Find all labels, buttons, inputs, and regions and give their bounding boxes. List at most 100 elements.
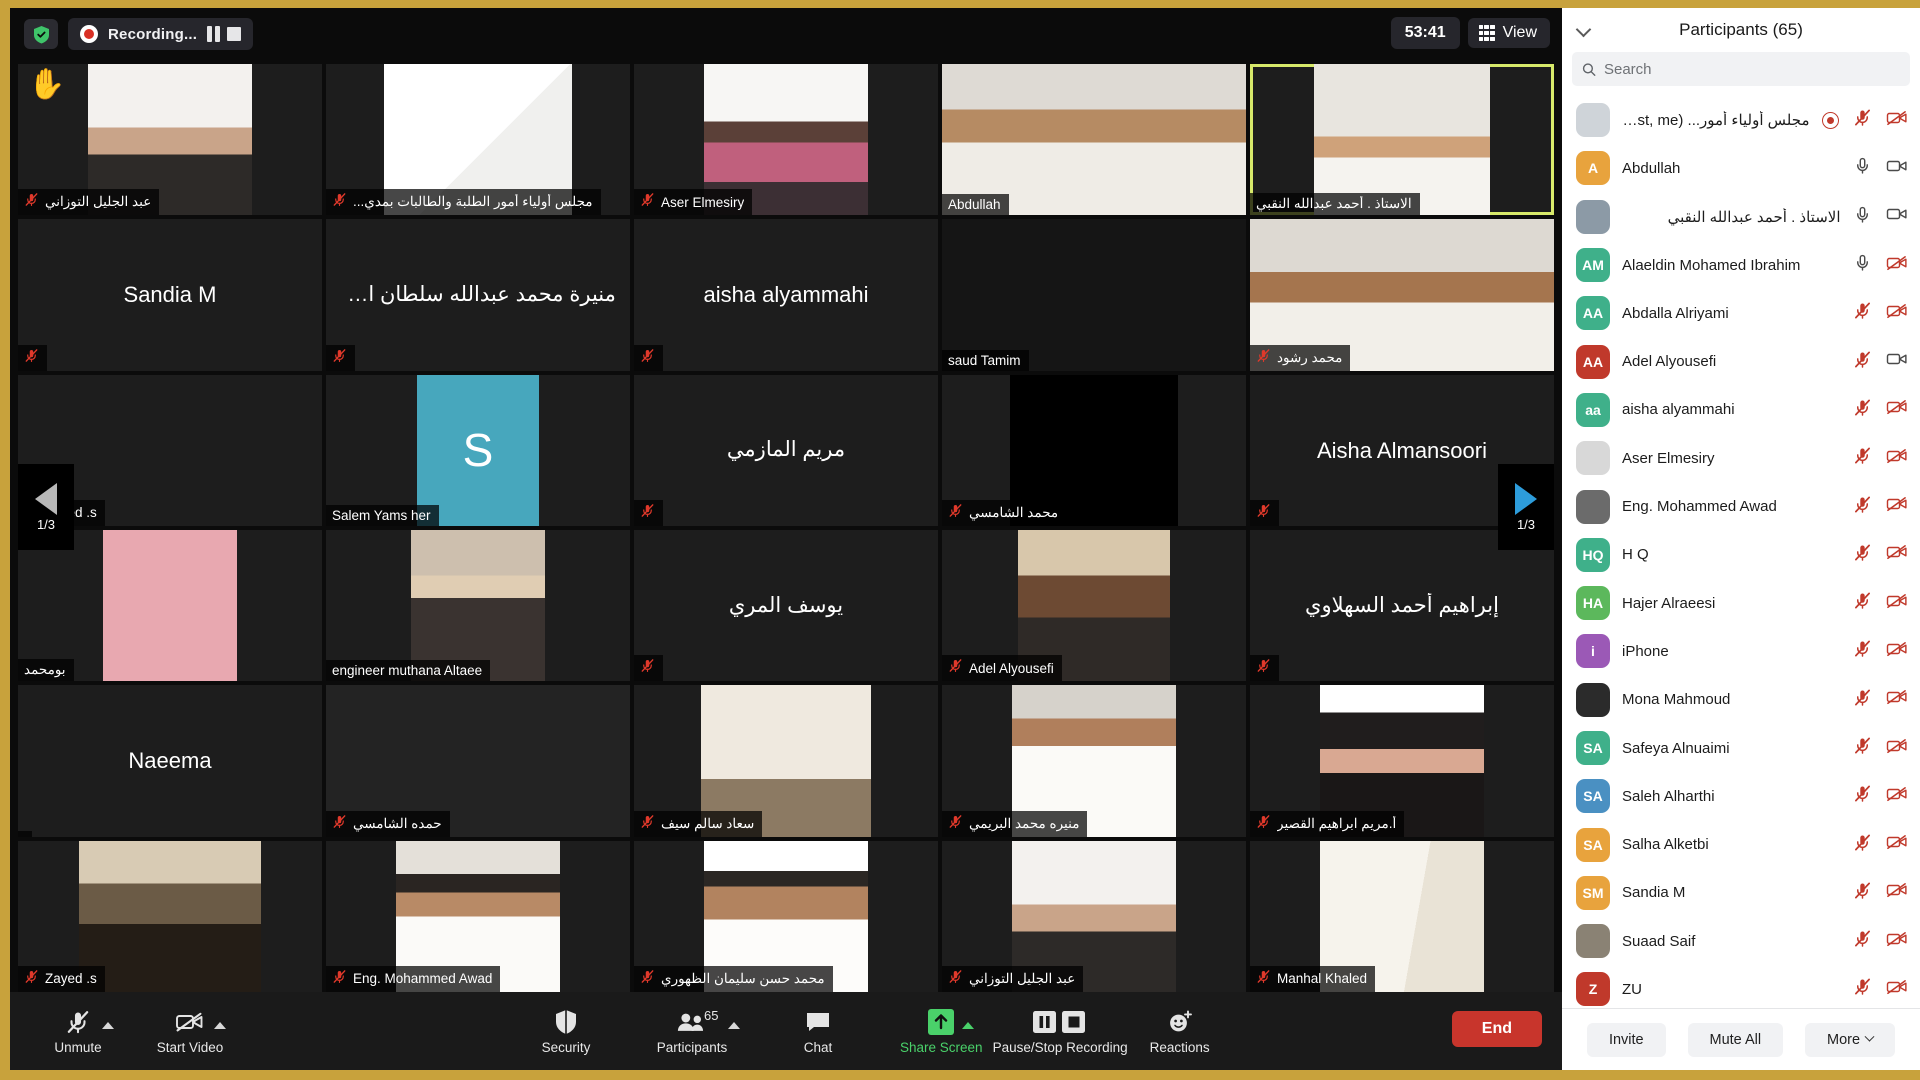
video-off-icon[interactable] (1886, 592, 1909, 615)
video-tile[interactable]: Sandia M (18, 219, 322, 370)
video-tile[interactable]: أ.مريم ابراهيم القصير (1250, 685, 1554, 836)
video-tile[interactable]: محمد حسن سليمان الظهوري (634, 841, 938, 992)
participant-row[interactable]: الاستاذ . أحمد عبدالله النقبي (1562, 193, 1920, 241)
participant-row[interactable]: HAHajer Alraeesi (1562, 579, 1920, 627)
pause-icon[interactable] (207, 26, 223, 42)
video-tile[interactable]: Eng. Mohammed Awad (326, 841, 630, 992)
video-off-icon[interactable] (1886, 978, 1909, 1001)
participant-row[interactable]: ZZU (1562, 965, 1920, 1008)
participant-row[interactable]: Suaad Saif (1562, 917, 1920, 965)
video-icon[interactable] (1886, 205, 1909, 228)
share-screen-button[interactable]: Share Screen (900, 996, 983, 1066)
mic-muted-icon[interactable] (1853, 688, 1872, 712)
video-off-icon[interactable] (1886, 254, 1909, 277)
participant-row[interactable]: مجلس أولياء أمور... (Host, me) (1562, 96, 1920, 144)
mic-muted-icon[interactable] (1853, 495, 1872, 519)
video-tile[interactable]: منيره محمد البريمي (942, 685, 1246, 836)
video-tile[interactable]: ✋عبد الجليل التوزاني (18, 64, 322, 215)
mic-muted-icon[interactable] (1853, 784, 1872, 808)
invite-button[interactable]: Invite (1587, 1023, 1666, 1057)
chevron-up-icon[interactable] (214, 1022, 226, 1029)
participant-row[interactable]: Eng. Mohammed Awad (1562, 482, 1920, 530)
video-off-icon[interactable] (1886, 881, 1909, 904)
video-tile[interactable]: Adel Alyousefi (942, 530, 1246, 681)
video-tile[interactable]: محمد الشامسي (942, 375, 1246, 526)
video-tile[interactable]: saud Tamim (942, 219, 1246, 370)
participant-row[interactable]: SMSandia M (1562, 869, 1920, 917)
video-tile[interactable]: Manhal Khaled (1250, 841, 1554, 992)
participant-row[interactable]: AAAbdalla Alriyami (1562, 289, 1920, 337)
chat-button[interactable]: Chat (780, 996, 856, 1066)
video-tile[interactable]: Zayed .s (18, 841, 322, 992)
video-off-icon[interactable] (1886, 640, 1909, 663)
start-video-button[interactable]: Start Video (152, 996, 228, 1066)
end-meeting-button[interactable]: End (1452, 1011, 1542, 1047)
participant-row[interactable]: Aser Elmesiry (1562, 434, 1920, 482)
video-off-icon[interactable] (1886, 930, 1909, 953)
video-off-icon[interactable] (1886, 447, 1909, 470)
mic-muted-icon[interactable] (1853, 446, 1872, 470)
mic-muted-icon[interactable] (1853, 301, 1872, 325)
video-off-icon[interactable] (1886, 302, 1909, 325)
video-tile[interactable]: عبد الجليل التوزاني (942, 841, 1246, 992)
participants-button[interactable]: 65Participants (654, 996, 730, 1066)
chevron-up-icon[interactable] (728, 1022, 740, 1029)
video-tile[interactable]: مريم المازمي (634, 375, 938, 526)
participant-row[interactable]: Mona Mahmoud (1562, 676, 1920, 724)
reactions-button[interactable]: Reactions (1142, 996, 1218, 1066)
participant-row[interactable]: AAbdullah (1562, 144, 1920, 192)
mic-muted-icon[interactable] (1853, 543, 1872, 567)
mic-muted-icon[interactable] (1853, 929, 1872, 953)
mic-icon[interactable] (1853, 253, 1872, 277)
mic-muted-icon[interactable] (1853, 736, 1872, 760)
video-tile[interactable]: SSalem Yams her (326, 375, 630, 526)
stop-icon[interactable] (227, 27, 241, 41)
pause-stop-recording-button[interactable]: Pause/Stop Recording (993, 996, 1128, 1066)
video-tile[interactable]: مجلس أولياء أمور الطلبة والطالبات بمدي..… (326, 64, 630, 215)
encryption-shield-icon[interactable] (24, 19, 58, 49)
next-page-button[interactable]: 1/3 (1498, 464, 1554, 550)
mic-muted-icon[interactable] (1853, 881, 1872, 905)
video-tile[interactable]: محمد رشود (1250, 219, 1554, 370)
video-tile[interactable]: Naeema (18, 685, 322, 836)
video-icon[interactable] (1886, 350, 1909, 373)
video-tile[interactable]: يوسف المري (634, 530, 938, 681)
video-off-icon[interactable] (1886, 737, 1909, 760)
video-off-icon[interactable] (1886, 109, 1909, 132)
mic-icon[interactable] (1853, 156, 1872, 180)
mic-muted-icon[interactable] (1853, 977, 1872, 1001)
video-tile[interactable]: حمده الشامسي (326, 685, 630, 836)
video-off-icon[interactable] (1886, 495, 1909, 518)
video-tile[interactable]: سعاد سالم سيف (634, 685, 938, 836)
video-icon[interactable] (1886, 157, 1909, 180)
video-tile[interactable]: aisha alyammahi (634, 219, 938, 370)
participant-row[interactable]: HQH Q (1562, 531, 1920, 579)
video-off-icon[interactable] (1886, 688, 1909, 711)
mic-muted-icon[interactable] (1853, 639, 1872, 663)
security-button[interactable]: Security (528, 996, 604, 1066)
video-off-icon[interactable] (1886, 833, 1909, 856)
participant-row[interactable]: iiPhone (1562, 627, 1920, 675)
mic-muted-icon[interactable] (1853, 591, 1872, 615)
previous-page-button[interactable]: 1/3 (18, 464, 74, 550)
participant-row[interactable]: SASafeya Alnuaimi (1562, 724, 1920, 772)
participants-list[interactable]: مجلس أولياء أمور... (Host, me)AAbdullahا… (1562, 94, 1920, 1008)
video-tile[interactable]: منيرة محمد عبدالله سلطان اح... (326, 219, 630, 370)
mic-muted-icon[interactable] (1853, 833, 1872, 857)
video-off-icon[interactable] (1886, 543, 1909, 566)
mic-muted-icon[interactable] (1853, 108, 1872, 132)
participant-row[interactable]: AAAdel Alyousefi (1562, 337, 1920, 385)
mic-icon[interactable] (1853, 205, 1872, 229)
participant-row[interactable]: aaaisha alyammahi (1562, 386, 1920, 434)
view-button[interactable]: View (1468, 18, 1550, 48)
participant-row[interactable]: SASaleh Alharthi (1562, 772, 1920, 820)
chevron-down-icon[interactable] (1576, 22, 1592, 38)
video-tile[interactable]: Aser Elmesiry (634, 64, 938, 215)
mic-muted-icon[interactable] (1853, 398, 1872, 422)
chevron-up-icon[interactable] (962, 1022, 974, 1029)
video-tile[interactable]: بومحمد (18, 530, 322, 681)
chevron-up-icon[interactable] (102, 1022, 114, 1029)
video-tile[interactable]: engineer muthana Altaee (326, 530, 630, 681)
search-input[interactable] (1604, 61, 1900, 78)
participant-row[interactable]: AMAlaeldin Mohamed Ibrahim (1562, 241, 1920, 289)
